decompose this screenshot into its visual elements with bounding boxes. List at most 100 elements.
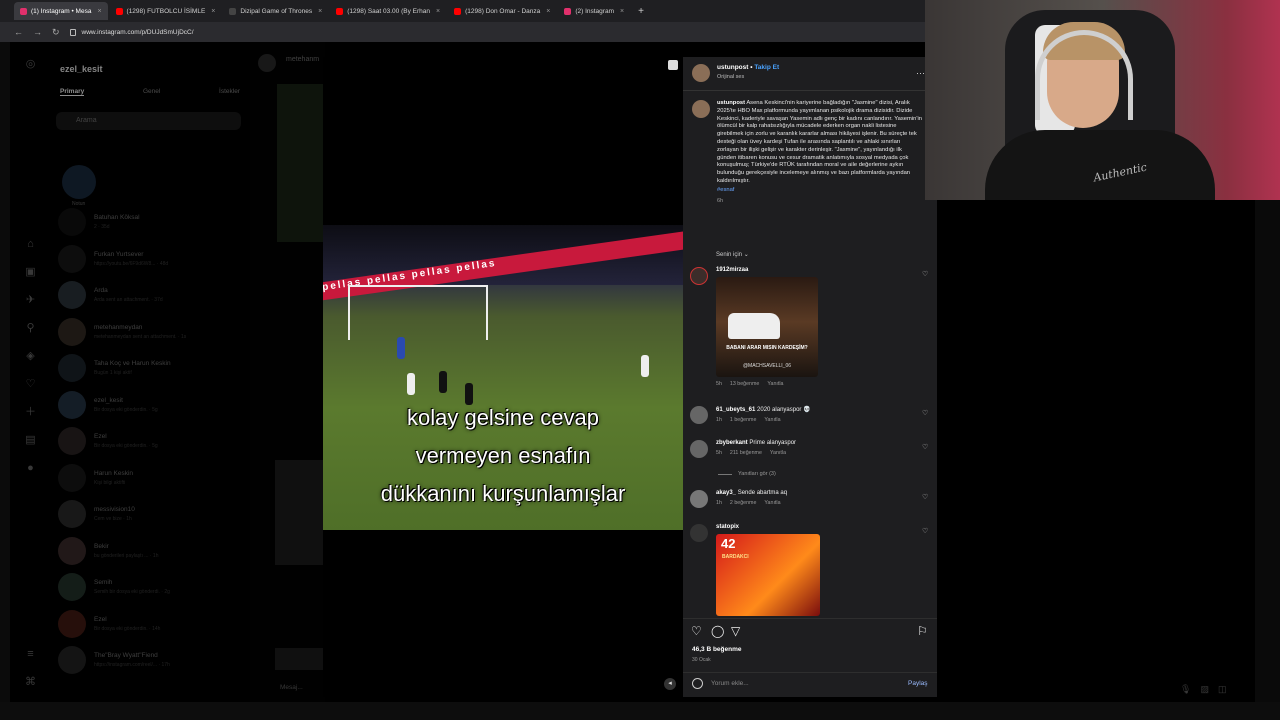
close-icon[interactable]: × bbox=[436, 8, 440, 15]
url-field[interactable]: www.instagram.com/p/DUJdSmUjDcC/ bbox=[69, 28, 194, 36]
browser-tab[interactable]: (1298) FUTBOLCU İSİMLE × bbox=[110, 2, 222, 20]
image-caption: BABANI ARAR MISIN KARDEŞİM? bbox=[726, 345, 808, 351]
browser-bottom bbox=[0, 702, 1280, 720]
reply-button[interactable]: Yanıtla bbox=[770, 450, 786, 456]
likes-count[interactable]: 46,3 B beğenme bbox=[692, 646, 742, 653]
close-icon[interactable]: × bbox=[97, 8, 101, 15]
author-name[interactable]: ustunpost bbox=[717, 64, 748, 71]
author-avatar[interactable] bbox=[692, 100, 710, 118]
comment-text: Sende abartma aq bbox=[737, 490, 788, 496]
like-comment-icon[interactable]: ♡ bbox=[922, 527, 928, 535]
commenter-avatar[interactable] bbox=[690, 524, 708, 542]
instagram-icon bbox=[20, 7, 27, 15]
replies-line bbox=[718, 473, 732, 475]
follow-button[interactable]: Takip Et bbox=[754, 64, 779, 71]
replies-label: Yanıtları gör (3) bbox=[738, 471, 776, 477]
comment: statopix 42 BARDAKCI bbox=[690, 524, 820, 616]
like-icon[interactable]: ♡ bbox=[691, 624, 702, 638]
like-comment-icon[interactable]: ♡ bbox=[922, 493, 928, 501]
youtube-icon bbox=[336, 7, 344, 15]
commenter-name[interactable]: zbyberkant bbox=[716, 440, 748, 446]
comment: 61_ubeyts_61 2020 alanyaspor 💀 1h 1 beğen… bbox=[690, 406, 811, 424]
chevron-down-icon: ⌄ bbox=[743, 252, 749, 258]
view-replies-button[interactable]: Yanıtları gör (3) bbox=[718, 471, 776, 477]
post-comment-button[interactable]: Paylaş bbox=[908, 680, 928, 687]
audio-label[interactable]: Orijinal ses bbox=[717, 74, 779, 80]
comment-likes[interactable]: 13 beğenme bbox=[730, 381, 759, 387]
comment: 1912mirzaa BABANI ARAR MISIN KARDEŞİM? @… bbox=[690, 267, 818, 387]
commenter-avatar[interactable] bbox=[690, 267, 708, 285]
webcam-overlay: Authentic bbox=[925, 0, 1280, 200]
address-bar: ← → ↻ www.instagram.com/p/DUJdSmUjDcC/ bbox=[0, 22, 925, 42]
comment-image[interactable]: 42 BARDAKCI bbox=[716, 534, 820, 616]
comment-age: 1h bbox=[716, 500, 722, 506]
post-age: 6h bbox=[717, 197, 724, 204]
back-icon[interactable]: ← bbox=[14, 27, 23, 37]
close-icon[interactable]: × bbox=[318, 8, 322, 15]
author-avatar[interactable] bbox=[692, 64, 710, 82]
browser-tab[interactable]: (2) Instagram × bbox=[558, 2, 630, 20]
close-icon[interactable]: × bbox=[211, 8, 215, 15]
new-tab-button[interactable]: + bbox=[632, 6, 650, 17]
post-caption: ustunpost Asena Keskinci'nin kariyerine … bbox=[692, 100, 922, 205]
browser-tab[interactable]: (1) Instagram • Mesa × bbox=[14, 2, 108, 20]
bookmark-icon[interactable]: ⚐ bbox=[917, 624, 928, 638]
share-icon[interactable]: ▽ bbox=[731, 624, 740, 638]
commenter-avatar[interactable] bbox=[690, 440, 708, 458]
like-comment-icon[interactable]: ♡ bbox=[922, 443, 928, 451]
comment-input[interactable]: Yorum ekle... bbox=[711, 680, 749, 687]
commenter-avatar[interactable] bbox=[690, 490, 708, 508]
comment: akay3_ Sende abartma aq 1h 2 beğenme Yanıt… bbox=[690, 490, 787, 508]
reply-button[interactable]: Yanıtla bbox=[764, 417, 780, 423]
instagram-icon bbox=[564, 7, 572, 15]
like-comment-icon[interactable]: ♡ bbox=[922, 270, 928, 278]
forward-icon[interactable]: → bbox=[33, 27, 42, 37]
for-you-label: Senin için bbox=[716, 252, 743, 258]
close-icon[interactable]: × bbox=[546, 8, 550, 15]
lock-icon bbox=[69, 28, 76, 36]
tab-label: (2) Instagram bbox=[575, 7, 614, 15]
commenter-name[interactable]: statopix bbox=[716, 524, 739, 530]
like-comment-icon[interactable]: ♡ bbox=[922, 409, 928, 417]
player bbox=[397, 337, 405, 359]
browser-tab[interactable]: (1298) Saat 03.00 (By Erhan × bbox=[330, 2, 446, 20]
comment-likes[interactable]: 1 beğenme bbox=[730, 417, 757, 423]
emoji-icon[interactable] bbox=[692, 678, 703, 689]
commenter-name[interactable]: akay3_ bbox=[716, 490, 736, 496]
more-options-icon[interactable]: ··· bbox=[916, 68, 925, 78]
comment-image[interactable]: BABANI ARAR MISIN KARDEŞİM? @MACHSAVELLI… bbox=[716, 277, 818, 377]
comment: zbyberkant Prime alanyaspor 5h 211 beğenm… bbox=[690, 440, 796, 458]
comment-age: 1h bbox=[716, 417, 722, 423]
image-name: BARDAKCI bbox=[722, 554, 749, 560]
video-caption-line: kolay gelsine cevap bbox=[406, 405, 599, 430]
browser-tab[interactable]: (1298) Don Omar - Danza × bbox=[448, 2, 556, 20]
reload-icon[interactable]: ↻ bbox=[52, 27, 60, 38]
for-you-dropdown[interactable]: Senin için ⌄ bbox=[716, 251, 749, 258]
divider bbox=[683, 90, 937, 91]
tab-label: (1298) Don Omar - Danza bbox=[465, 7, 541, 15]
comment-icon[interactable]: ◯ bbox=[711, 624, 724, 638]
close-icon[interactable]: × bbox=[620, 8, 624, 15]
reply-button[interactable]: Yanıtla bbox=[767, 381, 783, 387]
tab-label: (1298) Saat 03.00 (By Erhan bbox=[347, 7, 430, 15]
player bbox=[439, 371, 447, 393]
reply-button[interactable]: Yanıtla bbox=[764, 500, 780, 506]
player bbox=[465, 383, 473, 405]
reel-icon[interactable] bbox=[668, 60, 678, 70]
commenter-name[interactable]: 1912mirzaa bbox=[716, 267, 748, 273]
commenter-avatar[interactable] bbox=[690, 406, 708, 424]
hashtag-link[interactable]: #esnaf bbox=[717, 187, 922, 195]
caption-author[interactable]: ustunpost bbox=[717, 100, 745, 106]
comment-likes[interactable]: 211 beğenme bbox=[730, 450, 762, 456]
youtube-icon bbox=[454, 7, 462, 15]
video-caption-line: dükkanını kurşunlamışlar bbox=[380, 481, 626, 506]
browser-tab[interactable]: Dizipal Game of Thrones × bbox=[223, 2, 328, 20]
mute-icon[interactable]: ◂ bbox=[664, 678, 676, 690]
comment-text: 2020 alanyaspor 💀 bbox=[757, 407, 811, 413]
comment-likes[interactable]: 2 beğenme bbox=[730, 500, 757, 506]
page-scroll-area bbox=[1255, 200, 1280, 702]
image-number: 42 bbox=[721, 536, 736, 551]
screen: (1) Instagram • Mesa × (1298) FUTBOLCU İS… bbox=[0, 0, 1280, 720]
commenter-name[interactable]: 61_ubeyts_61 bbox=[716, 407, 755, 413]
tab-label: (1) Instagram • Mesa bbox=[31, 7, 92, 15]
